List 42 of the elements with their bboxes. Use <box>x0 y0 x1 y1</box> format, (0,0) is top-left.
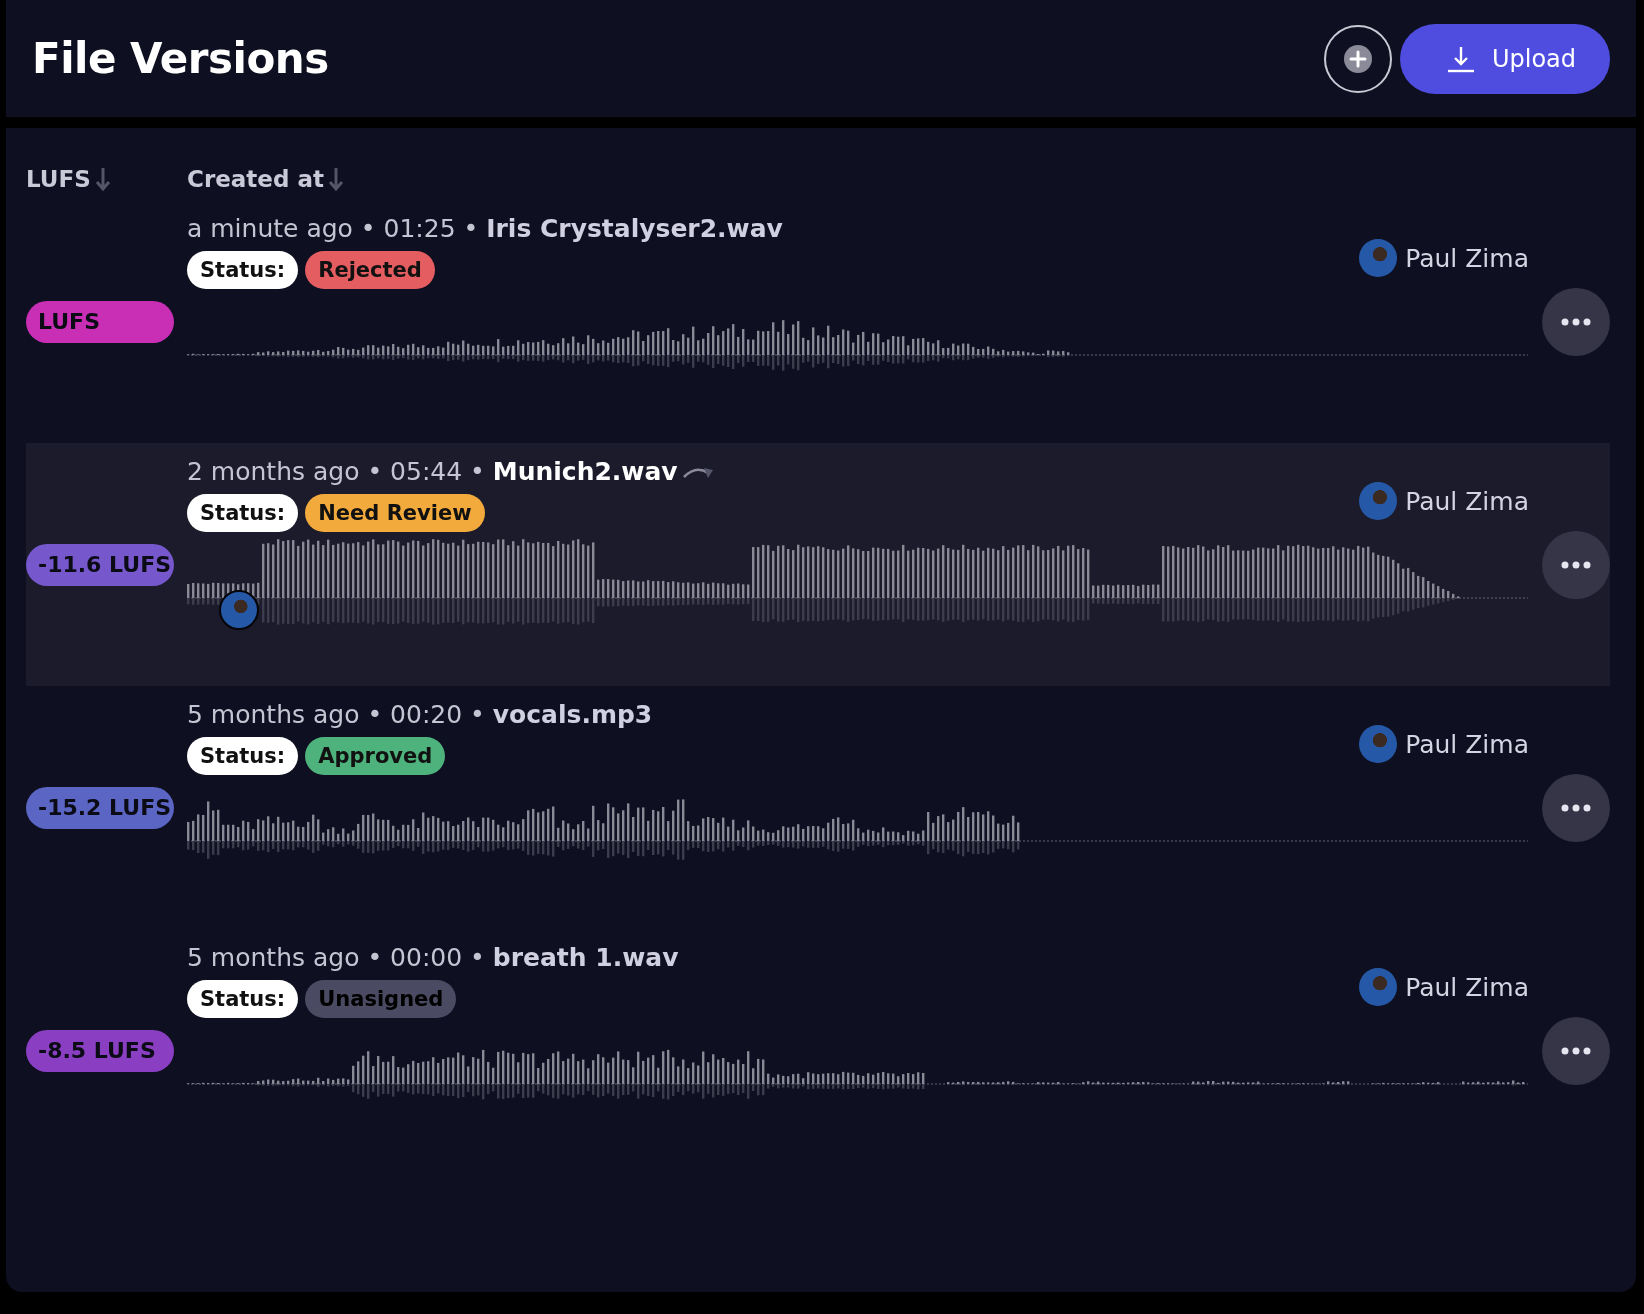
avatar <box>1359 968 1398 1006</box>
add-button[interactable] <box>1323 24 1392 93</box>
avatar <box>1359 725 1398 763</box>
version-row[interactable]: LUFS a minute ago • 01:25 • Iris Crystalyser2.wav Status: Rejected Paul Zima <box>26 200 1610 443</box>
ellipsis-icon <box>1561 1046 1591 1055</box>
comment-avatar[interactable] <box>219 590 259 630</box>
user-name: Paul Zima <box>1405 729 1529 759</box>
column-header[interactable]: Created at <box>187 166 324 192</box>
file-name[interactable]: Munich2.wav <box>492 457 678 486</box>
user-name: Paul Zima <box>1405 486 1529 516</box>
version-row[interactable]: -8.5 LUFS 5 months ago • 00:00 • breath 1.wav Status: Unasigned Paul Zima <box>26 929 1610 1172</box>
version-meta: 5 months ago • 00:00 • <box>187 943 485 972</box>
ellipsis-icon <box>1561 803 1591 812</box>
upload-button[interactable]: Upload <box>1399 23 1610 94</box>
avatar <box>1359 482 1398 520</box>
lufs-badge: -8.5 LUFS <box>26 1029 174 1072</box>
user-name: Paul Zima <box>1405 972 1529 1002</box>
version-meta: 2 months ago • 05:44 • <box>187 457 485 486</box>
lufs-badge: LUFS <box>26 300 174 343</box>
lufs-badge: -11.6 LUFS <box>26 543 174 586</box>
status-label: Status: <box>187 980 299 1018</box>
avatar <box>1359 239 1398 277</box>
user-name: Paul Zima <box>1405 243 1529 273</box>
status-badge[interactable]: Need Review <box>305 494 485 532</box>
version-row[interactable]: -15.2 LUFS 5 months ago • 00:20 • vocals.mp3 Status: Approved Paul Zima <box>26 686 1610 929</box>
status-badge[interactable]: Approved <box>305 737 446 775</box>
file-name[interactable]: breath 1.wav <box>492 943 679 972</box>
status-badge[interactable]: Rejected <box>305 251 435 289</box>
lufs-badge: -15.2 LUFS <box>26 786 174 829</box>
version-row[interactable]: -11.6 LUFS 2 months ago • 05:44 • Munich2.wav Status: Need Review Paul Zima <box>26 443 1610 686</box>
page-title: File Versions <box>32 34 329 83</box>
plus-icon <box>1342 43 1373 74</box>
status-label: Status: <box>187 737 299 775</box>
ellipsis-icon <box>1561 317 1591 326</box>
ellipsis-icon <box>1561 560 1591 569</box>
version-meta: a minute ago • 01:25 • <box>187 214 479 243</box>
column-header[interactable]: LUFS <box>26 166 91 192</box>
version-meta: 5 months ago • 00:20 • <box>187 700 485 729</box>
file-name[interactable]: vocals.mp3 <box>492 700 653 729</box>
file-name[interactable]: Iris Crystalyser2.wav <box>486 214 783 243</box>
status-label: Status: <box>187 494 299 532</box>
status-label: Status: <box>187 251 299 289</box>
